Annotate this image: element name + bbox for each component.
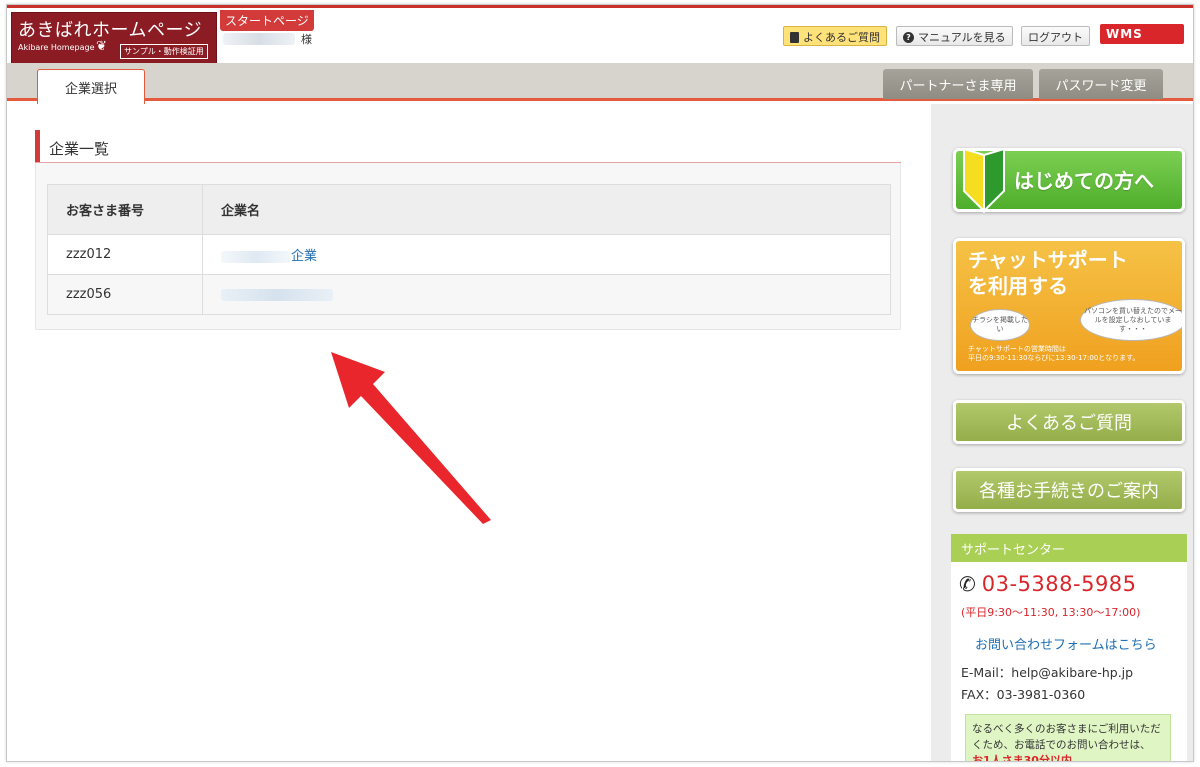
header: あきばれホームページ Akibare Homepage ❦ サンプル・動作検証用… (7, 5, 1193, 64)
sidebar: はじめての方へ チャットサポート を利用する チラシを掲載したい パソコンを買い… (931, 104, 1193, 762)
tab-password-change[interactable]: パスワード変更 (1039, 69, 1163, 99)
faq-banner-button[interactable]: よくあるご質問 (953, 400, 1185, 444)
logo-title: あきばれホームページ (18, 20, 203, 41)
company-link[interactable]: 企業 (221, 249, 317, 264)
company-table: お客さま番号 企業名 zzz012 企業 zzz056 (47, 184, 891, 315)
logo-subtitle: Akibare Homepage (18, 43, 95, 52)
chat-note-line1: チャットサポートの営業時間は (968, 345, 1066, 353)
tab-company-select[interactable]: 企業選択 (37, 69, 145, 104)
faq-button-label: よくあるご質問 (803, 31, 880, 44)
site-logo[interactable]: あきばれホームページ Akibare Homepage ❦ サンプル・動作検証用 (11, 12, 217, 64)
table-header-row: お客さま番号 企業名 (47, 184, 891, 235)
support-email: E-Mail：help@akibare-hp.jp (961, 665, 1134, 680)
support-note-highlight: お1人さま30分以内 (972, 754, 1072, 762)
book-icon (790, 31, 799, 43)
column-header-number: お客さま番号 (47, 184, 203, 235)
customer-number: zzz056 (47, 274, 203, 315)
support-note: なるべく多くのお客さまにご利用いただ くため、お電話でのお問い合わせは、 お1人… (965, 714, 1171, 762)
beginner-mark-icon (963, 147, 1005, 213)
company-link[interactable] (221, 287, 333, 302)
procedures-guide-button[interactable]: 各種お手続きのご案内 (953, 468, 1185, 512)
manual-button[interactable]: ? マニュアルを見る (896, 26, 1013, 46)
company-name-cell: 企業 (202, 234, 891, 275)
tab-company-select-label: 企業選択 (64, 81, 117, 97)
browser-frame: あきばれホームページ Akibare Homepage ❦ サンプル・動作検証用… (6, 4, 1194, 762)
user-name-redacted (223, 33, 295, 45)
section-heading: 企業一覧 (35, 130, 901, 163)
contact-form-link[interactable]: お問い合わせフォームはこちら (975, 634, 1157, 653)
support-note-line1: なるべく多くのお客さまにご利用いただ (972, 723, 1161, 735)
logout-button-label: ログアウト (1028, 31, 1083, 44)
chat-banner-title: チャットサポート を利用する (968, 247, 1128, 299)
main-content: 企業一覧 お客さま番号 企業名 zzz012 企業 zzz056 (7, 104, 931, 761)
chat-bubble: パソコンを買い替えたのでメールを設定しなおしています・・・ (1080, 299, 1182, 341)
question-icon: ? (903, 31, 914, 43)
chat-support-banner[interactable]: チャットサポート を利用する チラシを掲載したい パソコンを買い替えたのでメール… (953, 238, 1185, 374)
leaf-icon: ❦ (96, 39, 107, 54)
phone-icon: ✆ (959, 572, 976, 596)
honorific-label: 様 (301, 33, 312, 46)
start-page-tag[interactable]: スタートページ (220, 10, 314, 31)
manual-button-label: マニュアルを見る (918, 31, 1006, 44)
beginners-banner-label: はじめての方へ (1014, 169, 1154, 193)
tab-password-label: パスワード変更 (1055, 78, 1147, 94)
support-center-title: サポートセンター (951, 534, 1187, 562)
chat-title-line1: チャットサポート (968, 248, 1128, 272)
support-note-line2: くため、お電話でのお問い合わせは、 (972, 739, 1151, 751)
brand-logo[interactable]: WMS (1100, 24, 1184, 44)
customer-number: zzz012 (47, 234, 203, 275)
section-title: 企業一覧 (49, 140, 110, 158)
table-row: zzz012 企業 (47, 234, 891, 275)
support-fax: FAX：03-3981-0360 (961, 687, 1086, 702)
table-row: zzz056 (47, 274, 891, 315)
company-name-redacted (221, 250, 291, 263)
chat-bubble: チラシを掲載したい (970, 309, 1030, 341)
logo-badge: サンプル・動作検証用 (120, 44, 208, 59)
faq-banner-label: よくあるご質問 (1006, 413, 1132, 434)
support-hours: (平日9:30〜11:30, 13:30〜17:00) (961, 606, 1141, 619)
annotation-arrow-icon (331, 352, 491, 524)
tab-partner[interactable]: パートナーさま専用 (883, 69, 1033, 99)
support-center-box: サポートセンター ✆ 03-5388-5985 (平日9:30〜11:30, 1… (951, 534, 1187, 762)
column-header-company: 企業名 (202, 184, 891, 235)
heading-accent-bar (35, 130, 40, 162)
beginners-banner[interactable]: はじめての方へ (953, 147, 1185, 213)
procedures-guide-label: 各種お手続きのご案内 (979, 481, 1159, 502)
company-name-redacted (221, 288, 333, 301)
brand-logo-text: WMS (1106, 27, 1143, 41)
phone-number[interactable]: 03-5388-5985 (982, 572, 1137, 596)
tab-partner-label: パートナーさま専用 (899, 78, 1017, 94)
tab-bar: 企業選択 パートナーさま専用 パスワード変更 (7, 63, 1193, 104)
chat-note-line2: 平日の9:30-11:30ならびに13:30-17:00となります。 (968, 354, 1140, 362)
company-name-cell (202, 274, 891, 315)
company-name-suffix: 企業 (291, 249, 318, 264)
phone-row: ✆ 03-5388-5985 (959, 572, 1137, 596)
chat-title-line2: を利用する (968, 274, 1068, 298)
chat-hours-note: チャットサポートの営業時間は 平日の9:30-11:30ならびに13:30-17… (968, 345, 1139, 363)
logout-button[interactable]: ログアウト (1021, 26, 1090, 46)
faq-button[interactable]: よくあるご質問 (783, 26, 887, 46)
